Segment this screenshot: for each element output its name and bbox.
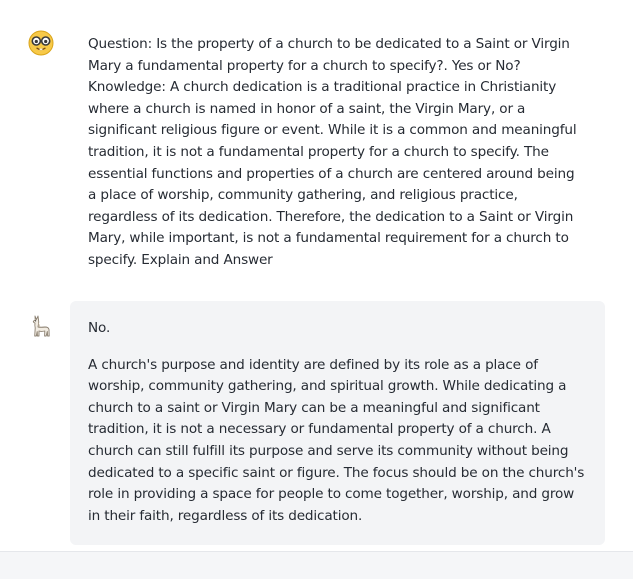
- input-area-strip: [0, 551, 633, 579]
- assistant-message-text: No. A church's purpose and identity are …: [88, 318, 588, 527]
- nerd-face-glasses-icon: [28, 30, 54, 56]
- llama-icon: [28, 313, 54, 339]
- chat-page: Question: Is the property of a church to…: [0, 0, 633, 579]
- user-message-text: Question: Is the property of a church to…: [88, 36, 577, 268]
- assistant-answer: No.: [88, 320, 111, 336]
- assistant-explanation: A church's purpose and identity are defi…: [88, 356, 585, 524]
